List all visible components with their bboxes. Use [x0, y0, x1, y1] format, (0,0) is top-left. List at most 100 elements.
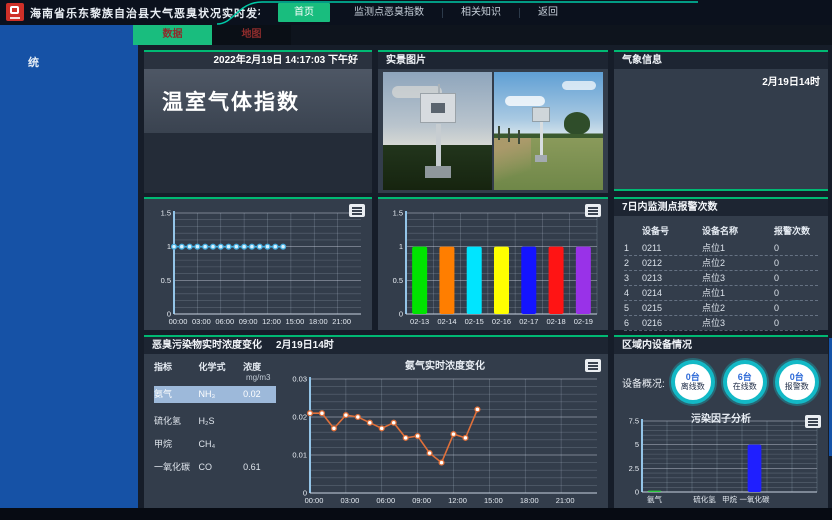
svg-text:硫化氢: 硫化氢 [693, 494, 716, 504]
pollutant-row: 甲烷CH₄ [154, 436, 276, 453]
chart-toolbox-icon[interactable] [585, 359, 601, 372]
device-name: 点位3 [702, 316, 774, 330]
col-header: 报警次数 [774, 224, 818, 237]
daily-index-chart-panel: 00.511.502-1302-1402-1502-1602-1702-1802… [378, 197, 608, 330]
title-overflow-text: 统 [28, 54, 39, 70]
pollutant-row: 氨气NH₃0.02 [154, 386, 276, 403]
pollutant-name: 甲烷 [154, 436, 199, 453]
svg-text:12:00: 12:00 [262, 317, 281, 326]
device-no: 0213 [642, 271, 702, 285]
row-index: 5 [624, 301, 642, 315]
alarm-count: 0 [774, 316, 818, 330]
col-header: 设备名称 [702, 224, 774, 237]
svg-text:02-17: 02-17 [519, 317, 538, 326]
device-name: 点位1 [702, 241, 774, 255]
svg-text:02-16: 02-16 [492, 317, 511, 326]
chart-toolbox-icon[interactable] [585, 204, 601, 217]
svg-text:0: 0 [635, 488, 639, 497]
pollutant-formula: CH₄ [199, 436, 244, 453]
device-count-label: 离线数 [681, 382, 705, 392]
weather-panel: 气象信息 2月19日14时 [614, 50, 828, 191]
device-name: 点位1 [702, 286, 774, 300]
device-count-label: 在线数 [733, 382, 757, 392]
device-overview-label: 设备概况: [622, 375, 665, 390]
col-index [624, 224, 642, 237]
nav-item-0[interactable]: 首页 [278, 3, 330, 22]
col-header: 指标 [154, 360, 199, 373]
nav-item-3[interactable]: 返回 [520, 0, 576, 25]
headline-spacer [144, 133, 372, 193]
nav-item-1[interactable]: 监测点恶臭指数 [336, 0, 442, 25]
logo-icon [6, 3, 24, 21]
svg-text:21:00: 21:00 [556, 496, 575, 505]
nav-item-2[interactable]: 相关知识 [443, 0, 519, 25]
table-row: 10211点位10 [624, 241, 818, 256]
devices-panel: 区域内设备情况 设备概况: 0台离线数6台在线数0台报警数 污染因子分析 02.… [614, 335, 828, 508]
odor-panel-title: 恶臭污染物实时浓度变化2月19日14时 [144, 337, 608, 354]
svg-text:氨气: 氨气 [647, 494, 662, 504]
device-overview: 设备概况: 0台离线数 6台在线数0台报警数 [614, 354, 828, 406]
svg-text:0.5: 0.5 [393, 276, 403, 285]
main-nav: 首页监测点恶臭指数相关知识返回 [278, 0, 576, 25]
odor-table: 指标化学式浓度 mg/m3 氨气NH₃0.02硫化氢H₂S甲烷CH₄一氧化碳CO… [144, 354, 282, 508]
device-name: 点位2 [702, 301, 774, 315]
weather-panel-title: 气象信息 [614, 52, 828, 69]
svg-text:1.5: 1.5 [393, 209, 403, 218]
row-index: 4 [624, 286, 642, 300]
svg-text:02-18: 02-18 [546, 317, 565, 326]
pollutant-formula: CO [199, 459, 244, 476]
svg-text:15:00: 15:00 [484, 496, 503, 505]
odor-panel: 恶臭污染物实时浓度变化2月19日14时 指标化学式浓度 mg/m3 氨气NH₃0… [144, 335, 608, 508]
tab-0[interactable]: 数据 [133, 25, 212, 45]
pollutant-row: 一氧化碳CO0.61 [154, 459, 276, 476]
left-sidebar: 统 [0, 25, 138, 510]
svg-text:09:00: 09:00 [412, 496, 431, 505]
svg-text:15:00: 15:00 [285, 317, 304, 326]
odor-timestamp: 2月19日14时 [276, 340, 334, 351]
odor-body: 指标化学式浓度 mg/m3 氨气NH₃0.02硫化氢H₂S甲烷CH₄一氧化碳CO… [144, 354, 608, 508]
pollutant-formula: H₂S [199, 413, 244, 430]
table-row: 20212点位20 [624, 256, 818, 271]
ammonia-chart-area: 氨气实时浓度变化 00.010.020.0300:0003:0006:0009:… [282, 354, 608, 508]
alarm-table-body: 10211点位1020212点位2030213点位3040214点位105021… [624, 241, 818, 331]
svg-text:21:00: 21:00 [332, 317, 351, 326]
alarm-count: 0 [774, 301, 818, 315]
pollutant-name: 硫化氢 [154, 413, 199, 430]
svg-text:02-15: 02-15 [465, 317, 484, 326]
svg-text:0.03: 0.03 [292, 375, 307, 384]
device-no: 0214 [642, 286, 702, 300]
ammonia-trend-chart: 00.010.020.0300:0003:0006:0009:0012:0015… [284, 371, 604, 506]
col-header: 浓度 [243, 360, 276, 373]
photo-row [378, 69, 608, 193]
alarm-count: 0 [774, 256, 818, 270]
device-status-circles: 0台离线数 6台在线数0台报警数 [671, 360, 819, 404]
pollutant-formula: NH₃ [199, 386, 244, 403]
device-count-label: 报警数 [785, 382, 809, 392]
svg-text:0.02: 0.02 [292, 413, 307, 422]
svg-text:0: 0 [399, 310, 403, 319]
device-count: 0台 [686, 372, 700, 382]
table-row: 40214点位10 [624, 286, 818, 301]
alarm-count: 0 [774, 271, 818, 285]
device-name: 点位2 [702, 256, 774, 270]
alarm-count: 0 [774, 286, 818, 300]
svg-text:12:00: 12:00 [448, 496, 467, 505]
app-title: 海南省乐东黎族自治县大气恶臭状况实时发布系 [30, 5, 260, 21]
tab-1[interactable]: 地图 [212, 25, 291, 45]
odor-unit: mg/m3 [246, 373, 276, 382]
svg-text:5: 5 [635, 440, 639, 449]
greeting-panel: 2022年2月19日 14:17:03 下午好 温室气体指数 [144, 50, 372, 193]
svg-text:7.5: 7.5 [629, 417, 639, 426]
pollutant-name: 氨气 [154, 386, 199, 403]
device-circle-2: 0台报警数 [775, 360, 819, 404]
svg-text:00:00: 00:00 [169, 317, 188, 326]
device-no: 0211 [642, 241, 702, 255]
ammonia-chart-title: 氨气实时浓度变化 [282, 357, 608, 372]
chart-toolbox-icon[interactable] [349, 204, 365, 217]
greenhouse-trend-chart: 00.511.500:0003:0006:0009:0012:0015:0018… [148, 205, 368, 327]
device-circle-1: 6台在线数 [723, 360, 767, 404]
svg-text:18:00: 18:00 [520, 496, 539, 505]
chart-toolbox-icon[interactable] [805, 415, 821, 428]
weather-body: 2月19日14时 [614, 69, 828, 187]
device-no: 0216 [642, 316, 702, 330]
